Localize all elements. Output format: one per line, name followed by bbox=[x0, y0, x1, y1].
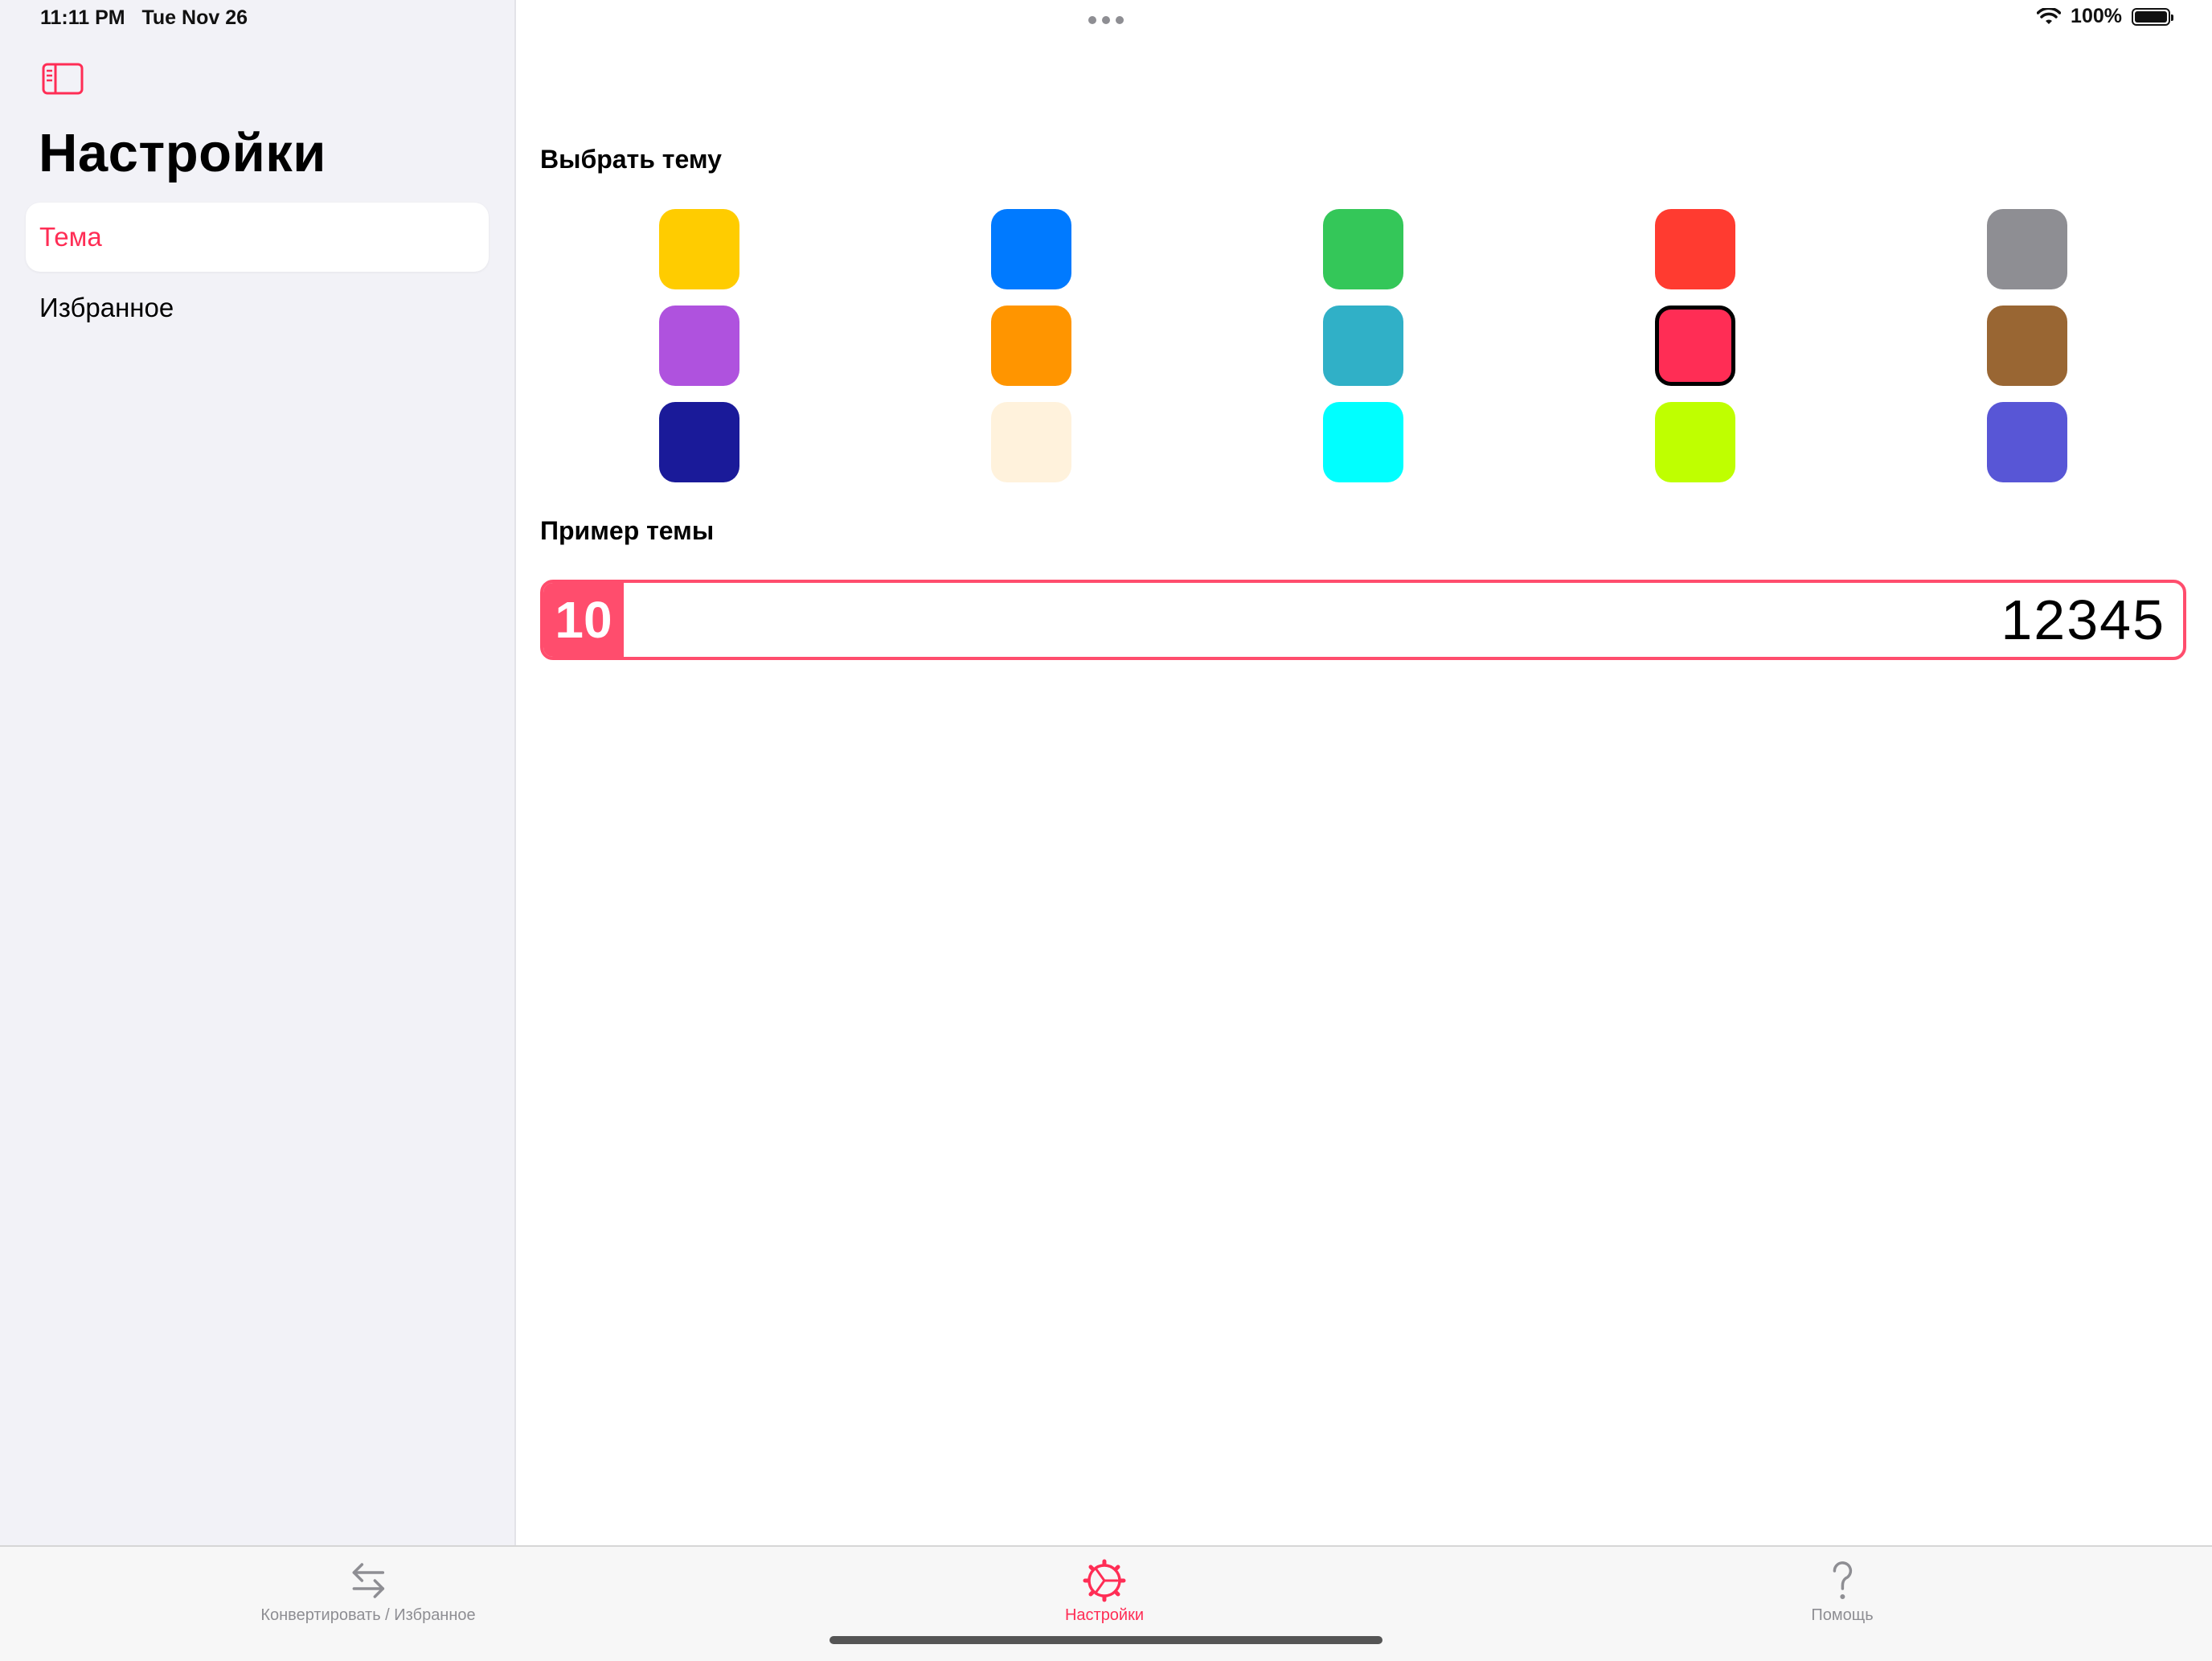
tab-label: Настройки bbox=[1064, 1606, 1145, 1624]
theme-swatch-selected[interactable] bbox=[1655, 306, 1735, 386]
preview-value: 12345 bbox=[2001, 589, 2165, 651]
tab-help[interactable]: Помощь bbox=[1811, 1556, 1874, 1625]
tab-settings[interactable]: Настройки bbox=[1065, 1556, 1144, 1625]
theme-preview-title: Пример темы bbox=[540, 516, 715, 545]
theme-swatch[interactable] bbox=[659, 306, 739, 386]
multitasking-menu-icon[interactable] bbox=[1088, 16, 1124, 24]
gear-icon bbox=[1083, 1559, 1126, 1602]
tab-label: Конвертировать / Избранное bbox=[260, 1606, 476, 1624]
question-icon bbox=[1833, 1561, 1852, 1599]
theme-swatch[interactable] bbox=[1655, 209, 1735, 289]
choose-theme-title: Выбрать тему bbox=[540, 145, 722, 174]
theme-swatch[interactable] bbox=[1323, 402, 1403, 482]
preview-badge: 10 bbox=[543, 583, 624, 657]
battery-icon bbox=[2132, 7, 2173, 26]
status-right: 100% bbox=[2037, 5, 2173, 28]
battery-percent: 100% bbox=[2071, 5, 2122, 27]
sidebar-item-label: Избранное bbox=[39, 293, 174, 322]
sidebar: Настройки Тема Избранное bbox=[0, 0, 516, 1545]
theme-swatch[interactable] bbox=[1323, 209, 1403, 289]
theme-swatch[interactable] bbox=[1987, 209, 2067, 289]
theme-swatch[interactable] bbox=[1987, 306, 2067, 386]
sidebar-item-label: Тема bbox=[39, 222, 102, 252]
theme-swatch[interactable] bbox=[1323, 306, 1403, 386]
tab-label: Помощь bbox=[1811, 1606, 1874, 1624]
sidebar-item-theme[interactable]: Тема bbox=[26, 203, 489, 272]
sidebar-title: Настройки bbox=[39, 123, 326, 183]
theme-swatch[interactable] bbox=[991, 306, 1071, 386]
theme-swatch[interactable] bbox=[659, 209, 739, 289]
theme-swatch[interactable] bbox=[991, 402, 1071, 482]
arrows-exchange-icon bbox=[352, 1563, 384, 1598]
wifi-icon bbox=[2037, 7, 2062, 24]
theme-swatch[interactable] bbox=[991, 209, 1071, 289]
status-time-value: 11:11 PM bbox=[40, 6, 125, 29]
sidebar-toggle-icon[interactable] bbox=[42, 63, 84, 95]
theme-swatch[interactable] bbox=[1987, 402, 2067, 482]
tab-convert[interactable]: Конвертировать / Избранное bbox=[260, 1556, 476, 1625]
sidebar-item-favorites[interactable]: Избранное bbox=[26, 273, 489, 342]
status-date: Tue Nov 26 bbox=[141, 6, 248, 29]
theme-swatch[interactable] bbox=[659, 402, 739, 482]
theme-swatch[interactable] bbox=[1655, 402, 1735, 482]
theme-preview: 10 12345 bbox=[540, 580, 2186, 660]
home-indicator bbox=[830, 1636, 1382, 1644]
status-time: 11:11 PM Tue Nov 26 bbox=[40, 6, 248, 30]
